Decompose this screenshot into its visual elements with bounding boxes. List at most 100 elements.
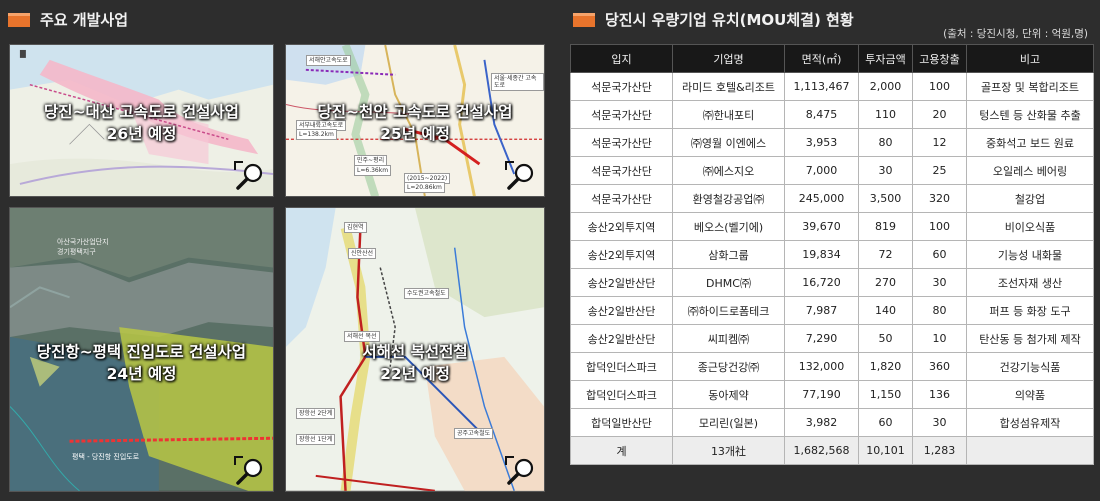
table-cell: 60 <box>858 408 913 437</box>
table-cell: 철강업 <box>966 184 1094 213</box>
table-cell: 합성섬유제작 <box>966 408 1094 437</box>
table-cell <box>966 436 1094 465</box>
table-cell: 석문국가산단 <box>570 100 673 129</box>
table-cell: 819 <box>858 212 913 241</box>
table-header-row: 입지 기업명 면적(㎡) 투자금액 고용창출 비고 <box>570 44 1094 73</box>
table-cell: 12 <box>912 128 967 157</box>
project-card-dangjinport-pyeongtaek[interactable]: 아산국가산업단지 경기평택지구 평택 - 당진항 진입도로 당진항~평택 진입도… <box>9 207 274 492</box>
table-cell: 3,500 <box>858 184 913 213</box>
table-cell: 석문국가산단 <box>570 156 673 185</box>
table-row: 합덕인더스파크 동아제약 77,190 1,150 136 의약품 <box>570 380 1094 409</box>
table-row: 석문국가산단 ㈜한내포티 8,475 110 20 텅스텐 등 산화물 추출 <box>570 100 1094 129</box>
map-label: 김현역 <box>344 222 367 233</box>
map-label: 평택 - 당진항 진입도로 <box>72 453 140 461</box>
magnifier-icon[interactable] <box>504 455 538 485</box>
table-row: 석문국가산단 환영철강공업㈜ 245,000 3,500 320 철강업 <box>570 184 1094 213</box>
table-cell: 송산2일반산단 <box>570 268 673 297</box>
table-cell: 3,953 <box>784 128 859 157</box>
table-cell: 320 <box>912 184 967 213</box>
card-caption-line2: 25년 예정 <box>380 125 450 143</box>
table-cell: 건강기능식품 <box>966 352 1094 381</box>
table-cell: 동아제약 <box>672 380 785 409</box>
table-cell: 132,000 <box>784 352 859 381</box>
table-cell: 19,834 <box>784 240 859 269</box>
table-cell: 10 <box>912 324 967 353</box>
table-row: 송산2일반산단 DHMC㈜ 16,720 270 30 조선자재 생산 <box>570 268 1094 297</box>
table-cell: 골프장 및 복합리조트 <box>966 72 1094 101</box>
table-cell: 송산2일반산단 <box>570 324 673 353</box>
magnifier-icon[interactable] <box>233 160 267 190</box>
table-cell: 7,987 <box>784 296 859 325</box>
table-cell: 245,000 <box>784 184 859 213</box>
table-row: 송산2외투지역 삼화그룹 19,834 72 60 기능성 내화물 <box>570 240 1094 269</box>
column-header-note: 비고 <box>966 44 1094 73</box>
map-label: 장항선 2단계 <box>296 408 336 419</box>
map-label: 서울·세종간 고속도로 <box>491 73 544 91</box>
map-label: 수도권고속철도 <box>404 288 449 299</box>
mou-table: 입지 기업명 면적(㎡) 투자금액 고용창출 비고 석문국가산단 라미드 호텔&리… <box>570 44 1094 465</box>
left-panel-title: 주요 개발사업 <box>8 9 128 30</box>
card-caption-line1: 당진항~평택 진입도로 건설사업 <box>36 343 247 361</box>
magnifier-icon[interactable] <box>504 160 538 190</box>
table-cell: 석문국가산단 <box>570 72 673 101</box>
table-cell: 100 <box>912 72 967 101</box>
table-cell: 종근당건강㈜ <box>672 352 785 381</box>
right-panel-title-text: 당진시 우량기업 유치(MOU체결) 현황 <box>605 11 854 29</box>
table-cell: 30 <box>912 268 967 297</box>
table-cell: 송산2외투지역 <box>570 240 673 269</box>
table-cell: 비이오식품 <box>966 212 1094 241</box>
table-cell: ㈜하이드로폼테크 <box>672 296 785 325</box>
table-cell: 39,670 <box>784 212 859 241</box>
table-cell: 77,190 <box>784 380 859 409</box>
magnifier-icon[interactable] <box>233 455 267 485</box>
table-cell: 72 <box>858 240 913 269</box>
table-cell: 씨피켐㈜ <box>672 324 785 353</box>
table-cell: 8,475 <box>784 100 859 129</box>
project-card-dangjin-daesan[interactable]: 당진~대산 고속도로 건설사업 26년 예정 <box>9 44 274 197</box>
column-header-company: 기업명 <box>672 44 785 73</box>
source-note: (출처 : 당진시청, 단위 : 억원,명) <box>943 28 1088 40</box>
table-total-row: 계 13개社 1,682,568 10,101 1,283 <box>570 436 1094 465</box>
table-row: 합덕인더스파크 종근당건강㈜ 132,000 1,820 360 건강기능식품 <box>570 352 1094 381</box>
table-cell: 16,720 <box>784 268 859 297</box>
table-cell: 모리린(일본) <box>672 408 785 437</box>
table-cell: ㈜에스지오 <box>672 156 785 185</box>
card-caption-line2: 24년 예정 <box>106 365 177 383</box>
table-row: 합덕일반산단 모리린(일본) 3,982 60 30 합성섬유제작 <box>570 408 1094 437</box>
table-cell: 1,820 <box>858 352 913 381</box>
project-card-dangjin-cheonan[interactable]: 서해안고속도로 서울·세종간 고속도로 서부내륙고속도로 L=138.2km 민… <box>285 44 545 197</box>
table-cell: 20 <box>912 100 967 129</box>
table-row: 송산2일반산단 씨피켐㈜ 7,290 50 10 탄산동 등 첨가제 제작 <box>570 324 1094 353</box>
table-cell: 80 <box>858 128 913 157</box>
table-row: 송산2일반산단 ㈜하이드로폼테크 7,987 140 80 퍼프 등 화장 도구 <box>570 296 1094 325</box>
project-card-seohaeseon[interactable]: 김현역 신안산선 수도권고속철도 서해선 복선 장항선 2단계 장항선 1단계 … <box>285 207 545 492</box>
table-cell: 10,101 <box>858 436 913 465</box>
table-cell: 7,000 <box>784 156 859 185</box>
card-caption-line1: 당진~천안 고속도로 건설사업 <box>317 103 513 121</box>
column-header-location: 입지 <box>570 44 673 73</box>
table-row: 석문국가산단 라미드 호텔&리조트 1,113,467 2,000 100 골프장 및 복… <box>570 72 1094 101</box>
table-cell: 중화석고 보드 원료 <box>966 128 1094 157</box>
table-row: 송산2외투지역 베오스(벨기에) 39,670 819 100 비이오식품 <box>570 212 1094 241</box>
table-cell: 기능성 내화물 <box>966 240 1094 269</box>
map-label: L=20.86km <box>404 182 445 193</box>
map-label: 경기평택지구 <box>57 248 96 256</box>
table-cell: 30 <box>858 156 913 185</box>
table-cell: 136 <box>912 380 967 409</box>
map-label: 서해안고속도로 <box>306 55 351 66</box>
table-cell: 360 <box>912 352 967 381</box>
table-cell: 3,982 <box>784 408 859 437</box>
table-cell: 송산2외투지역 <box>570 212 673 241</box>
table-cell: 베오스(벨기에) <box>672 212 785 241</box>
map-label: 아산국가산업단지 <box>57 238 109 246</box>
column-header-employment: 고용창출 <box>912 44 967 73</box>
table-cell: 조선자재 생산 <box>966 268 1094 297</box>
table-cell: 환영철강공업㈜ <box>672 184 785 213</box>
table-cell: 의약품 <box>966 380 1094 409</box>
table-cell: 25 <box>912 156 967 185</box>
table-cell: 송산2일반산단 <box>570 296 673 325</box>
table-cell: 계 <box>570 436 673 465</box>
table-cell: 60 <box>912 240 967 269</box>
right-panel-title: 당진시 우량기업 유치(MOU체결) 현황 <box>573 9 854 30</box>
map-label: L=6.36km <box>354 165 392 176</box>
